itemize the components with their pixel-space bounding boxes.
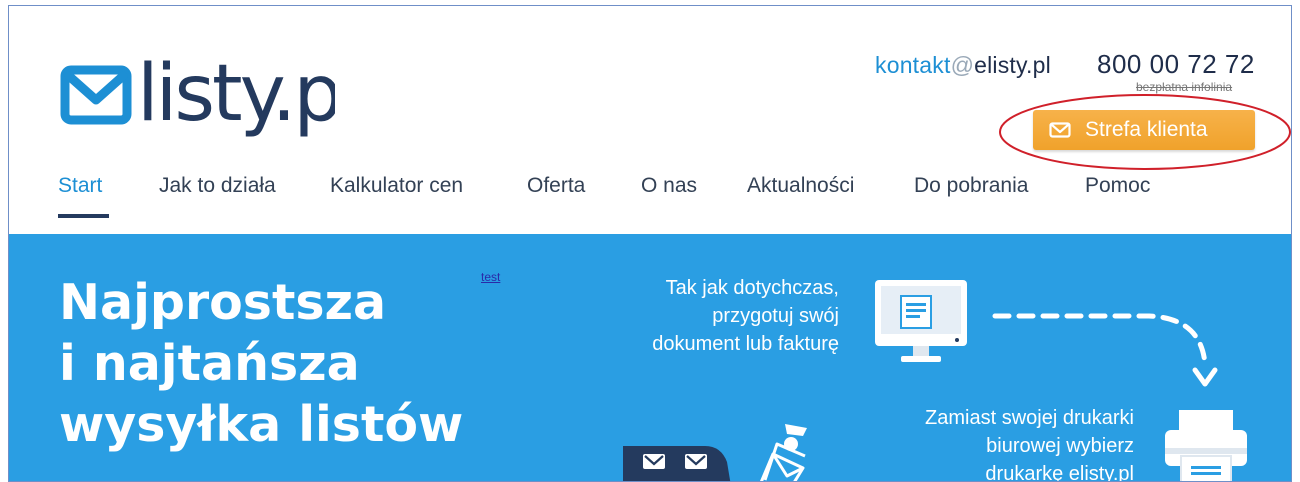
nav-start[interactable]: Start (58, 174, 102, 198)
step2-line-2: biurowej wybierz (986, 435, 1134, 457)
nav-offer[interactable]: Oferta (527, 174, 585, 198)
test-link[interactable]: test (481, 270, 500, 284)
printer-icon (1165, 410, 1247, 481)
nav-active-indicator (58, 214, 109, 218)
nav-price-calculator[interactable]: Kalkulator cen (330, 174, 463, 198)
nav-how-it-works[interactable]: Jak to działa (159, 174, 276, 198)
step1-line-3: dokument lub fakturę (652, 333, 839, 355)
hero-title-line-2: i najtańsza (59, 335, 360, 392)
step2-line-3: drukarkę elisty.pl (985, 463, 1134, 482)
contact-email-domain: elisty.pl (974, 52, 1051, 78)
step1-line-1: Tak jak dotychczas, (665, 277, 839, 299)
hero-title-line-3: wysyłka listów (59, 396, 464, 453)
phone-number[interactable]: 800 00 72 72 (1097, 49, 1255, 80)
step2-text: Zamiast swojej drukarki biurowej wybierz… (925, 404, 1134, 482)
letter-stack-icon (760, 424, 807, 481)
envelope-logo-icon[interactable]: listy.pl (55, 42, 335, 152)
contact-email[interactable]: kontakt@elisty.pl (875, 52, 1051, 79)
delivery-truck-icon (623, 446, 731, 481)
nav-news[interactable]: Aktualności (747, 174, 854, 198)
client-zone-label: Strefa klienta (1085, 118, 1208, 141)
hero-title-line-1: Najprostsza (59, 274, 387, 331)
step1-line-2: przygotuj swój (712, 305, 839, 327)
arrow-down-icon (992, 313, 1218, 387)
nav-about[interactable]: O nas (641, 174, 697, 198)
contact-email-user: kontakt (875, 52, 951, 78)
mail-icon (1049, 122, 1071, 138)
contact-email-at: @ (950, 52, 975, 78)
hero-title: Najprostsza i najtańsza wysyłka listów (59, 272, 463, 455)
logo-text: listy.pl (137, 49, 335, 139)
hero-banner: Najprostsza i najtańsza wysyłka listów t… (9, 234, 1291, 482)
step1-text: Tak jak dotychczas, przygotuj swój dokum… (652, 274, 839, 358)
main-nav: Start Jak to działa Kalkulator cen Ofert… (9, 174, 1291, 224)
page-frame: listy.pl kontakt@elisty.pl 800 00 72 72 … (8, 5, 1292, 482)
nav-downloads[interactable]: Do pobrania (914, 174, 1028, 198)
phone-subtitle: bezpłatna infolinia (1136, 80, 1233, 94)
monitor-icon (875, 280, 967, 362)
nav-help[interactable]: Pomoc (1085, 174, 1150, 198)
client-zone-button[interactable]: Strefa klienta (1033, 110, 1255, 150)
step2-line-1: Zamiast swojej drukarki (925, 407, 1134, 429)
